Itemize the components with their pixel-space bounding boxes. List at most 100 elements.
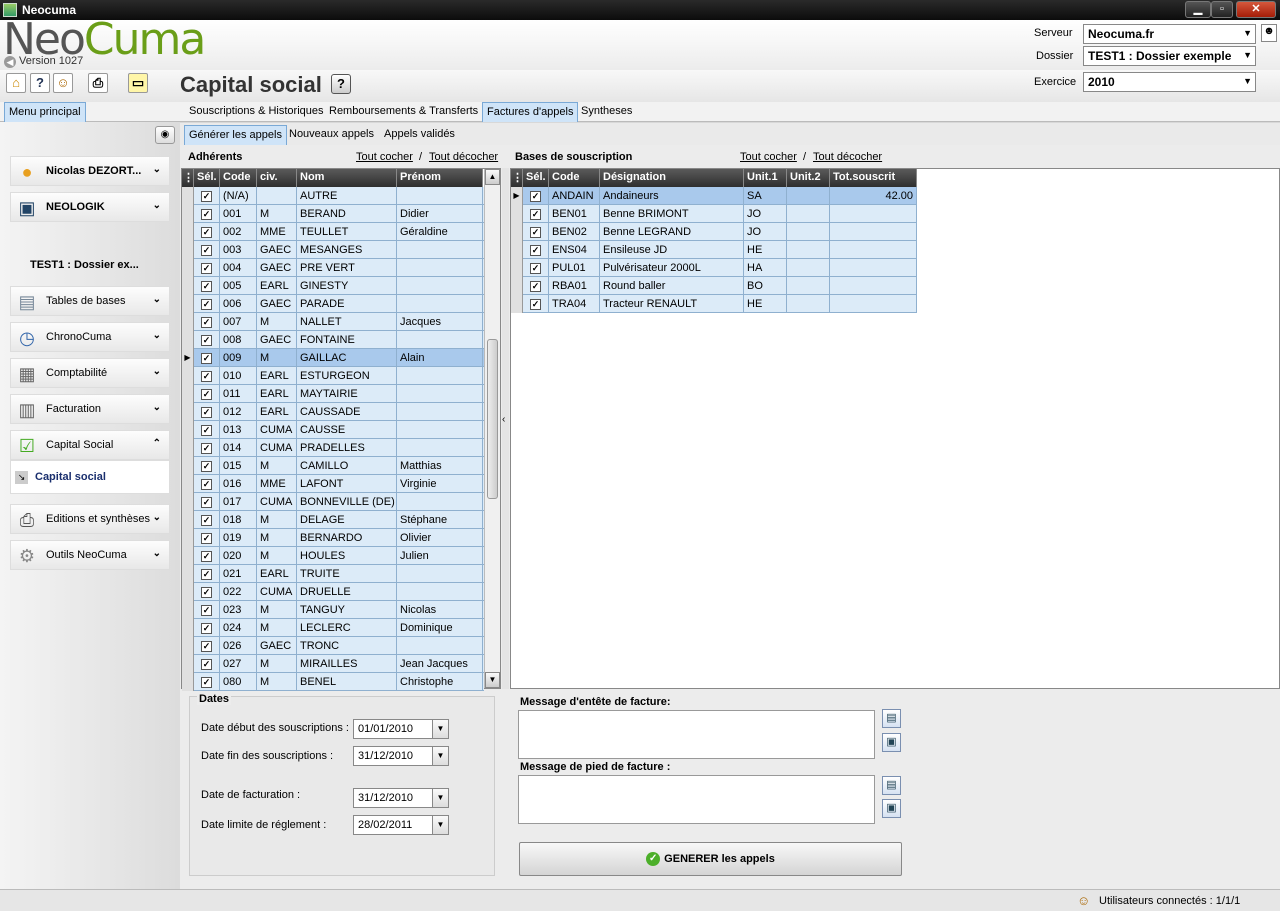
table-row[interactable]: ✓ (N/A) AUTRE: [182, 187, 484, 205]
grid-options-icon[interactable]: ⋮: [182, 169, 194, 187]
date-debut-field[interactable]: 01/01/2010 ▼: [353, 719, 449, 739]
table-row[interactable]: ✓ 001 M BERAND Didier: [182, 205, 484, 223]
user-settings-icon[interactable]: ☻: [1261, 24, 1277, 42]
page-help-button[interactable]: ?: [331, 74, 351, 94]
home-icon[interactable]: ⌂: [6, 73, 26, 93]
bases-uncheck-all-link[interactable]: Tout décocher: [813, 151, 882, 163]
row-checkbox[interactable]: ✓: [530, 245, 541, 256]
row-checkbox[interactable]: ✓: [201, 425, 212, 436]
row-checkbox[interactable]: ✓: [201, 569, 212, 580]
tab-generer-appels[interactable]: Générer les appels: [184, 125, 287, 145]
table-row[interactable]: ✓ ENS04 Ensileuse JD HE: [511, 241, 917, 259]
row-selector[interactable]: [182, 187, 194, 205]
row-pointer-icon[interactable]: ▶: [182, 349, 194, 367]
sidebar-item-capital-social[interactable]: ☑ Capital Social ⌃: [10, 430, 170, 460]
row-selector[interactable]: [182, 547, 194, 565]
scroll-down-icon[interactable]: ▼: [485, 672, 500, 688]
row-checkbox[interactable]: ✓: [530, 299, 541, 310]
row-checkbox[interactable]: ✓: [201, 497, 212, 508]
row-selector[interactable]: [511, 295, 523, 313]
table-row[interactable]: ✓ PUL01 Pulvérisateur 2000L HA: [511, 259, 917, 277]
row-checkbox[interactable]: ✓: [201, 317, 212, 328]
panel-splitter[interactable]: ‹: [502, 168, 509, 689]
table-row[interactable]: ✓ 015 M CAMILLO Matthias: [182, 457, 484, 475]
sidebar-item-tables[interactable]: ▤ Tables de bases ⌄: [10, 286, 170, 316]
row-checkbox[interactable]: ✓: [201, 263, 212, 274]
row-selector[interactable]: [182, 475, 194, 493]
sidebar-item-editions[interactable]: ⎙ Editions et synthèses ⌄: [10, 504, 170, 534]
table-row[interactable]: ✓ 027 M MIRAILLES Jean Jacques: [182, 655, 484, 673]
dossier-select[interactable]: TEST1 : Dossier exemple ▼: [1083, 46, 1256, 66]
row-checkbox[interactable]: ✓: [201, 461, 212, 472]
tab-souscriptions[interactable]: Souscriptions & Historiques: [185, 102, 328, 122]
date-fin-field[interactable]: 31/12/2010 ▼: [353, 746, 449, 766]
row-selector[interactable]: [182, 673, 194, 691]
row-checkbox[interactable]: ✓: [201, 353, 212, 364]
sidebar-user[interactable]: ● Nicolas DEZORT... ⌄: [10, 156, 170, 186]
row-selector[interactable]: [182, 493, 194, 511]
date-facturation-field[interactable]: 31/12/2010 ▼: [353, 788, 449, 808]
row-checkbox[interactable]: ✓: [530, 263, 541, 274]
table-row[interactable]: ▶ ✓ ANDAIN Andaineurs SA 42.00: [511, 187, 917, 205]
row-selector[interactable]: [182, 331, 194, 349]
row-checkbox[interactable]: ✓: [530, 227, 541, 238]
row-selector[interactable]: [182, 655, 194, 673]
user-icon[interactable]: ☺: [53, 73, 73, 93]
table-row[interactable]: ✓ 018 M DELAGE Stéphane: [182, 511, 484, 529]
col-header-unit2[interactable]: Unit.2: [787, 169, 830, 187]
row-checkbox[interactable]: ✓: [201, 515, 212, 526]
table-row[interactable]: ▶ ✓ 009 M GAILLAC Alain: [182, 349, 484, 367]
note-icon[interactable]: ▭: [128, 73, 148, 93]
table-row[interactable]: ✓ 011 EARL MAYTAIRIE: [182, 385, 484, 403]
row-selector[interactable]: [182, 313, 194, 331]
generer-appels-button[interactable]: ✓ GENERER les appels: [519, 842, 902, 876]
row-checkbox[interactable]: ✓: [201, 677, 212, 688]
row-checkbox[interactable]: ✓: [201, 299, 212, 310]
row-selector[interactable]: [182, 637, 194, 655]
table-row[interactable]: ✓ RBA01 Round baller BO: [511, 277, 917, 295]
row-selector[interactable]: [182, 205, 194, 223]
row-checkbox[interactable]: ✓: [201, 479, 212, 490]
serveur-select[interactable]: Neocuma.fr ▼: [1083, 24, 1256, 44]
scroll-thumb[interactable]: [487, 339, 498, 499]
pied-load-icon[interactable]: ▤: [882, 776, 901, 795]
table-row[interactable]: ✓ 017 CUMA BONNEVILLE (DE): [182, 493, 484, 511]
tab-menu-principal[interactable]: Menu principal: [4, 102, 86, 122]
table-row[interactable]: ✓ 026 GAEC TRONC: [182, 637, 484, 655]
row-checkbox[interactable]: ✓: [201, 371, 212, 382]
table-row[interactable]: ✓ 023 M TANGUY Nicolas: [182, 601, 484, 619]
table-row[interactable]: ✓ 005 EARL GINESTY: [182, 277, 484, 295]
row-selector[interactable]: [182, 601, 194, 619]
row-selector[interactable]: [511, 277, 523, 295]
table-row[interactable]: ✓ 024 M LECLERC Dominique: [182, 619, 484, 637]
sidebar-item-chronocuma[interactable]: ◷ ChronoCuma ⌄: [10, 322, 170, 352]
row-checkbox[interactable]: ✓: [201, 623, 212, 634]
sidebar-item-comptabilite[interactable]: ▦ Comptabilité ⌄: [10, 358, 170, 388]
adherents-scrollbar[interactable]: ▲ ▼: [484, 169, 500, 688]
col-header-sel[interactable]: Sél.: [194, 169, 220, 187]
chevron-left-icon[interactable]: ‹: [502, 414, 505, 425]
table-row[interactable]: ✓ 004 GAEC PRE VERT: [182, 259, 484, 277]
col-header-sel[interactable]: Sél.: [523, 169, 549, 187]
row-checkbox[interactable]: ✓: [201, 389, 212, 400]
tab-nouveaux-appels[interactable]: Nouveaux appels: [285, 125, 378, 145]
row-checkbox[interactable]: ✓: [201, 407, 212, 418]
pied-save-icon[interactable]: ▣: [882, 799, 901, 818]
date-limite-field[interactable]: 28/02/2011 ▼: [353, 815, 449, 835]
row-selector[interactable]: [182, 511, 194, 529]
tab-remboursements[interactable]: Remboursements & Transferts: [325, 102, 482, 122]
row-checkbox[interactable]: ✓: [201, 227, 212, 238]
col-header-code[interactable]: Code: [549, 169, 600, 187]
table-row[interactable]: ✓ BEN01 Benne BRIMONT JO: [511, 205, 917, 223]
sidebar-item-outils[interactable]: ⚙ Outils NeoCuma ⌄: [10, 540, 170, 570]
table-row[interactable]: ✓ 019 M BERNARDO Olivier: [182, 529, 484, 547]
table-row[interactable]: ✓ 013 CUMA CAUSSE: [182, 421, 484, 439]
row-selector[interactable]: [182, 619, 194, 637]
table-row[interactable]: ✓ 010 EARL ESTURGEON: [182, 367, 484, 385]
row-selector[interactable]: [182, 439, 194, 457]
close-button[interactable]: ✕: [1236, 1, 1276, 18]
row-selector[interactable]: [182, 259, 194, 277]
row-selector[interactable]: [182, 241, 194, 259]
table-row[interactable]: ✓ 022 CUMA DRUELLE: [182, 583, 484, 601]
collapse-sidebar-icon[interactable]: ◉: [155, 126, 175, 144]
